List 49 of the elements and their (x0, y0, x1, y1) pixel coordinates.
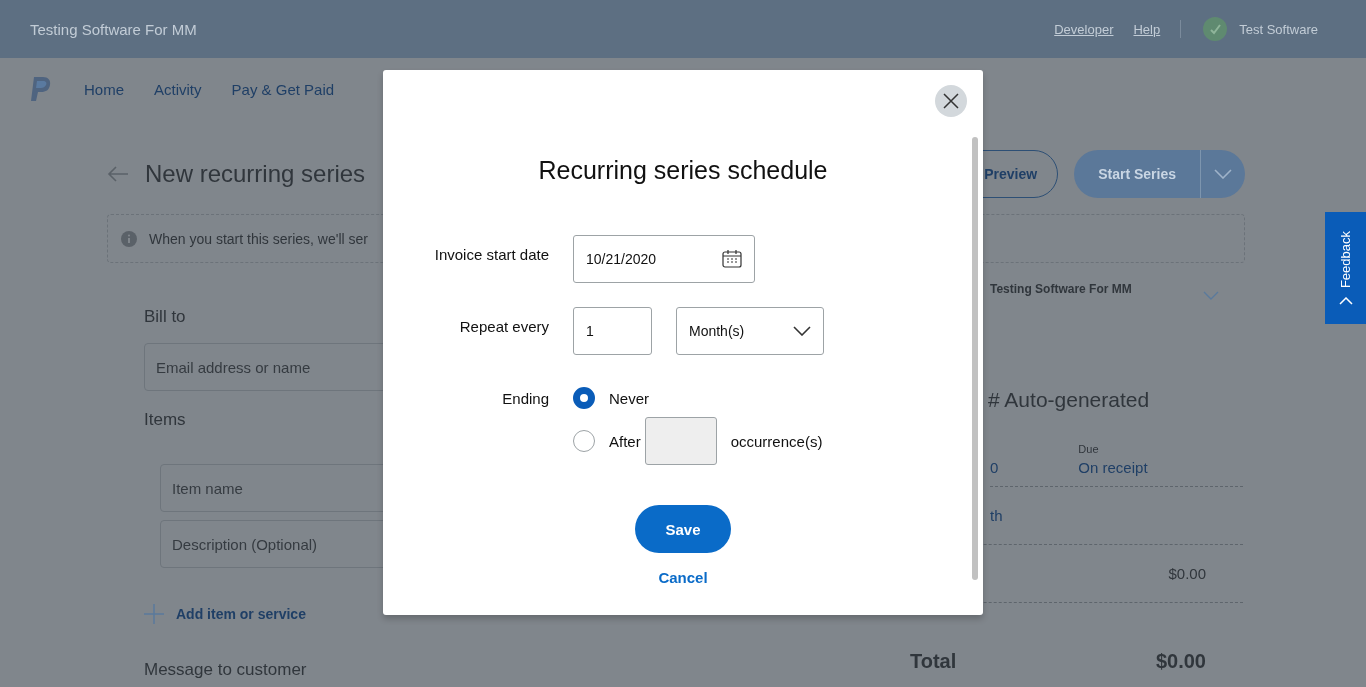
radio-button[interactable] (573, 387, 595, 409)
field-label: Invoice start date (433, 245, 549, 265)
business-name: Testing Software For MM (30, 20, 197, 38)
close-icon (943, 93, 959, 109)
due-value[interactable]: On receipt (1078, 459, 1148, 476)
row-text[interactable]: th (990, 507, 1003, 524)
nav-link[interactable]: Pay & Get Paid (231, 80, 335, 98)
dialog-title: Recurring series schedule (538, 156, 828, 185)
repeat-unit-dropdown[interactable]: Month(s) (676, 307, 824, 355)
calendar-icon[interactable] (722, 250, 742, 268)
repeat-count-field[interactable]: 1 (573, 307, 652, 355)
section-label: Items (144, 410, 186, 430)
user-name[interactable]: Test Software (1239, 21, 1318, 37)
header-link[interactable]: Developer (1054, 21, 1114, 37)
logo-icon[interactable] (30, 77, 52, 101)
section-label: Bill to (144, 307, 186, 327)
chevron-down-icon (793, 326, 811, 336)
chevron-down-icon[interactable] (1203, 291, 1219, 300)
add-item-link[interactable]: Add item or service (144, 604, 306, 624)
cancel-link[interactable]: Cancel (658, 569, 708, 586)
section-label: Message to customer (144, 660, 307, 680)
nav-link[interactable]: Home (84, 80, 124, 98)
save-button[interactable]: Save (635, 505, 731, 553)
business-name: Testing Software For MM (990, 281, 1132, 296)
plus-icon (144, 604, 164, 624)
scrollbar[interactable] (972, 137, 978, 580)
info-icon (121, 230, 137, 247)
header-link[interactable]: Help (1133, 21, 1161, 37)
field-label: Repeat every (458, 317, 549, 337)
radio-label[interactable]: Never (609, 389, 649, 407)
back-arrow-icon[interactable] (107, 166, 129, 182)
total-value: $0.00 (1155, 650, 1206, 673)
page-title: New recurring series (145, 160, 366, 188)
invoice-number: # Auto-generated (988, 388, 1151, 412)
total-label: Total (910, 650, 957, 673)
invoice-date[interactable]: 0 (990, 459, 999, 476)
chevron-up-icon (1338, 296, 1353, 305)
field-label: Ending (501, 389, 549, 409)
feedback-tab[interactable]: Feedback (1325, 212, 1366, 324)
date-field[interactable]: 10/21/2020 (573, 235, 755, 283)
subtotal-value: $0.00 (1168, 565, 1206, 582)
radio-label[interactable]: After (609, 432, 641, 450)
avatar-icon[interactable] (1203, 17, 1228, 41)
nav-link[interactable]: Activity (154, 80, 202, 98)
occurrences-label: occurrence(s) (730, 432, 823, 450)
close-button[interactable] (935, 85, 967, 117)
notice-text: When you start this series, we'll ser (149, 230, 368, 247)
chevron-down-icon (1214, 169, 1232, 179)
due-label: Due (1078, 443, 1100, 455)
